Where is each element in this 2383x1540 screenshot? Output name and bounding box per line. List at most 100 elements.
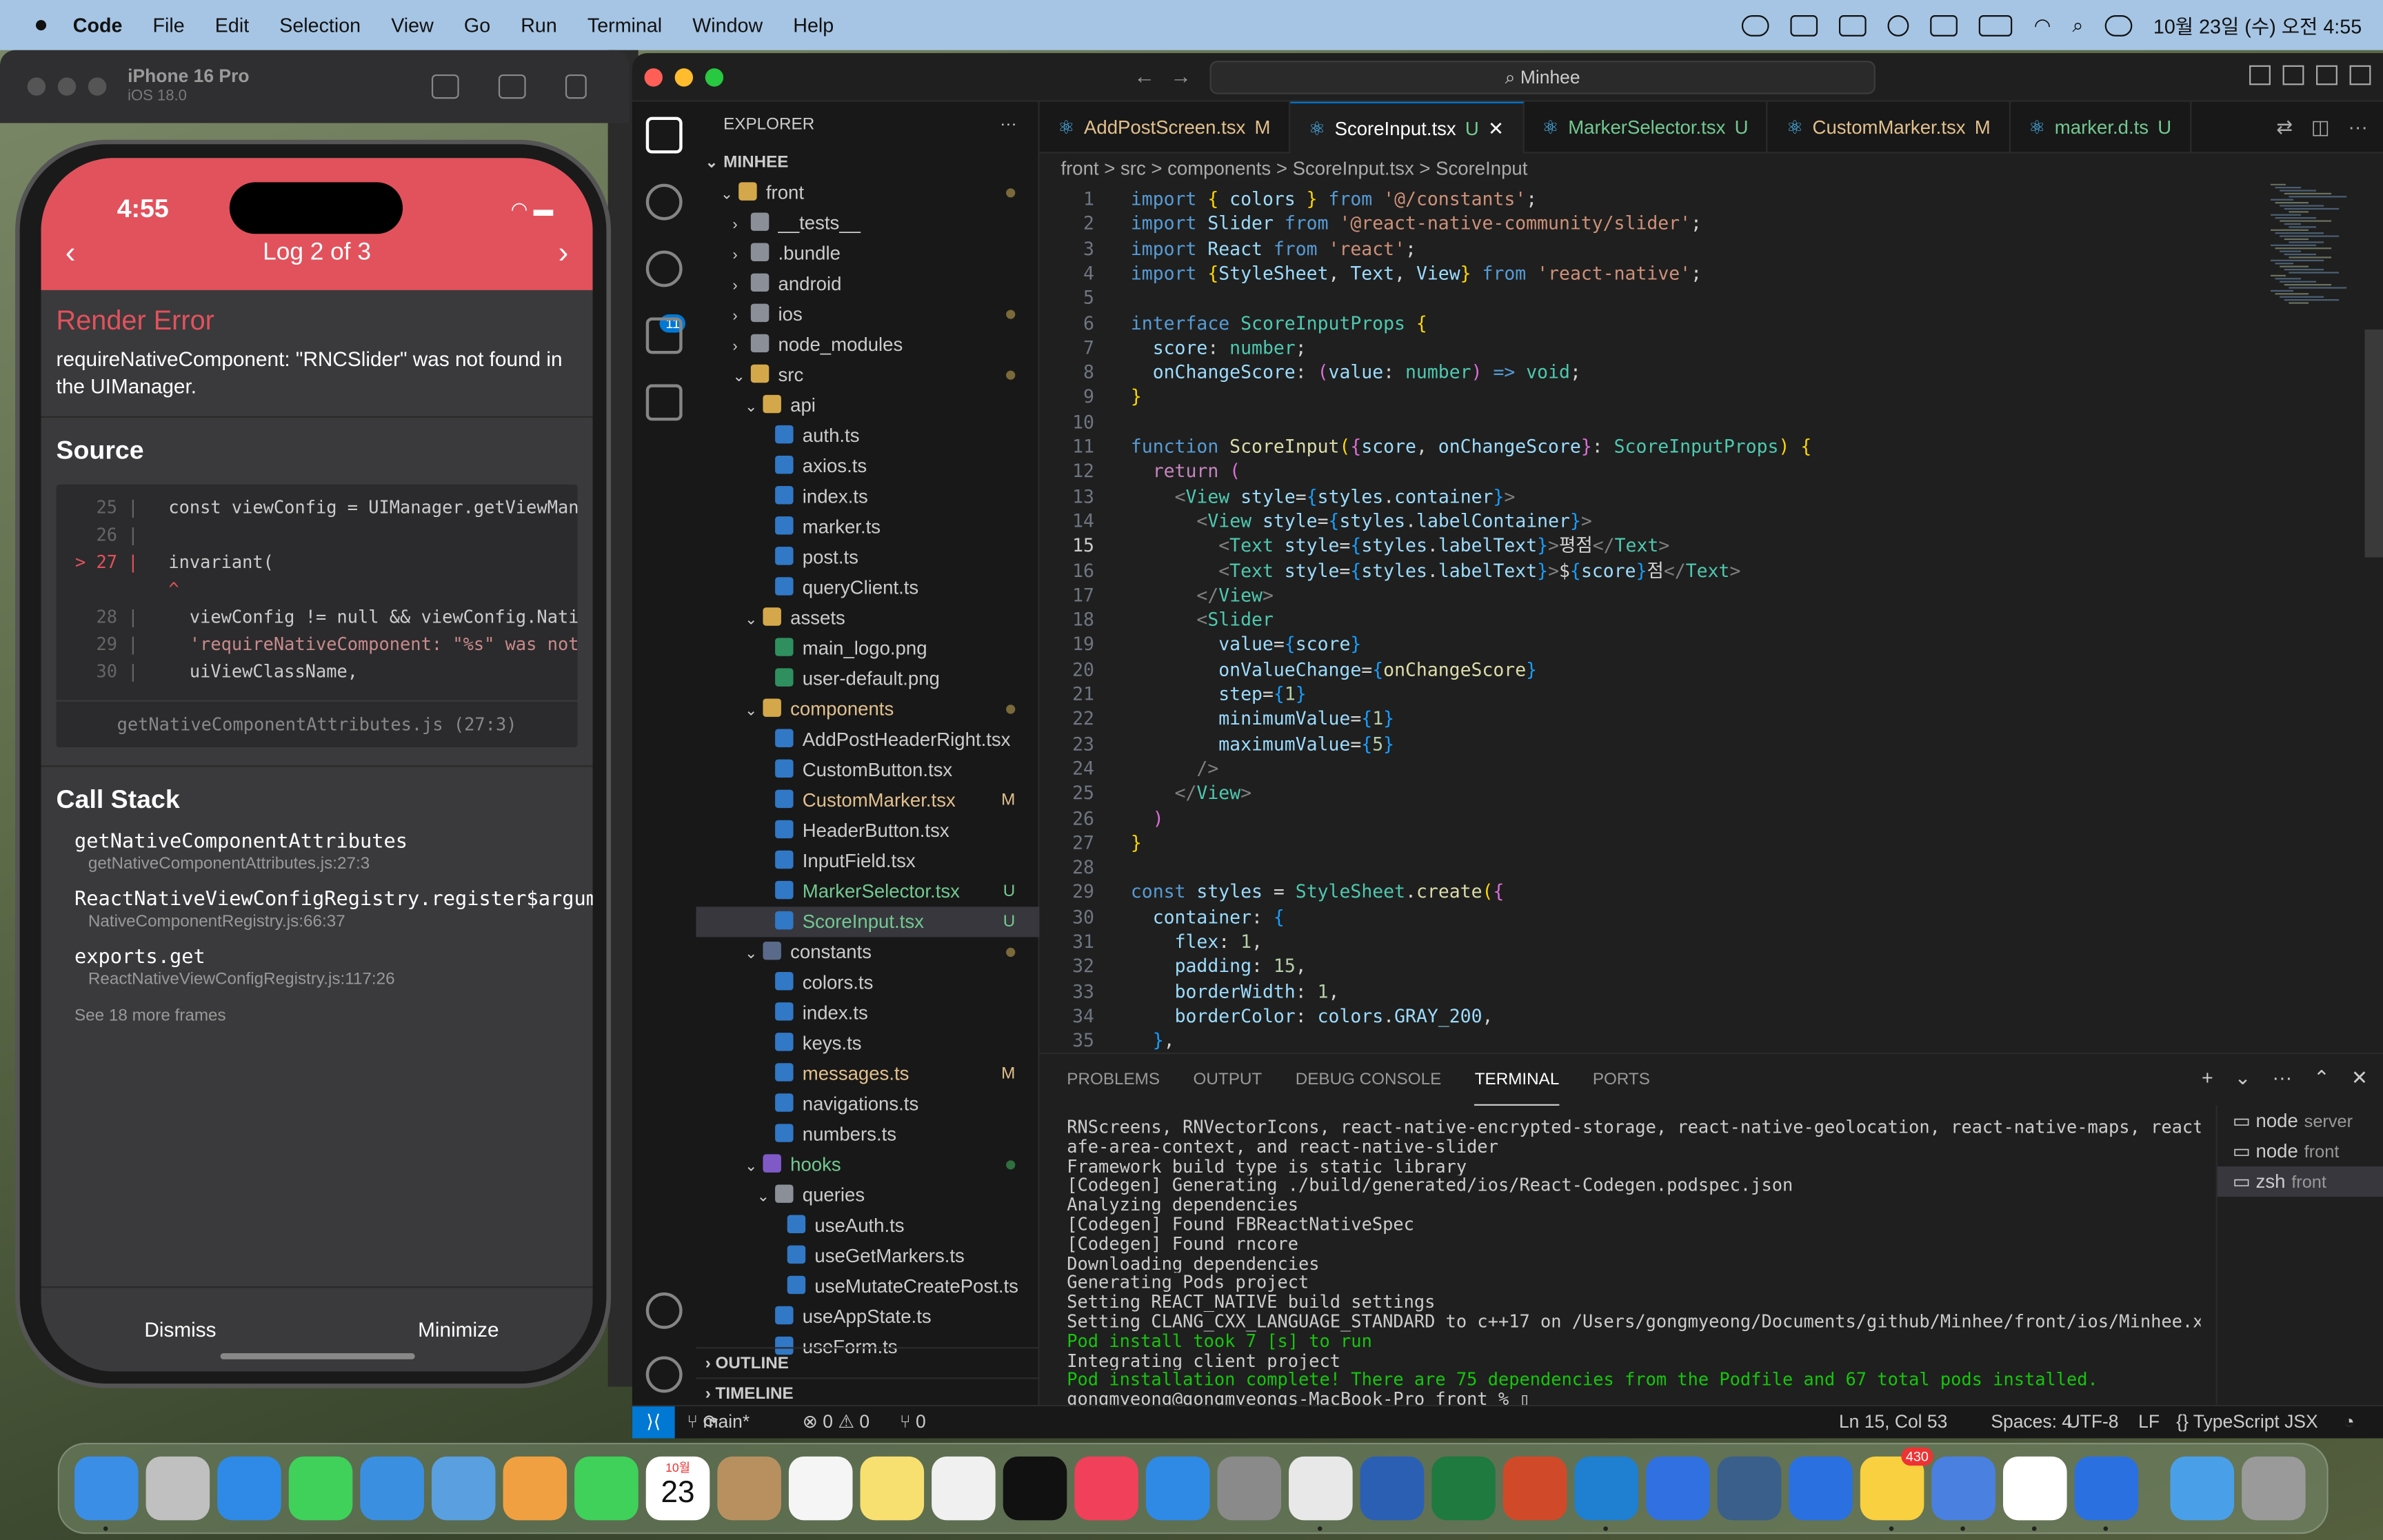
play-icon[interactable] <box>1888 14 1909 36</box>
editor-scrollbar[interactable] <box>2364 330 2383 558</box>
tree-item[interactable]: ⌄ api <box>696 390 1039 421</box>
tree-item[interactable]: ⌄ constants <box>696 937 1039 967</box>
launchpad-icon[interactable] <box>145 1456 210 1521</box>
tree-item[interactable]: numbers.ts <box>696 1119 1039 1150</box>
system-settings-icon[interactable] <box>1217 1456 1282 1521</box>
screenshot-icon[interactable] <box>499 74 526 99</box>
freeform-icon[interactable] <box>932 1456 996 1521</box>
minimize-button[interactable]: Minimize <box>418 1318 499 1341</box>
indent-spaces[interactable]: Spaces: 4 <box>1991 1406 2072 1438</box>
menu-run[interactable]: Run <box>521 14 557 37</box>
trash-icon[interactable] <box>2242 1456 2306 1521</box>
menu-view[interactable]: View <box>391 14 434 37</box>
tree-item[interactable]: post.ts <box>696 543 1039 573</box>
tree-item[interactable]: ScoreInput.tsx U <box>696 906 1040 938</box>
settings-gear-icon[interactable] <box>645 1356 683 1393</box>
file-encoding[interactable]: UTF-8 <box>2067 1406 2119 1438</box>
close-button[interactable] <box>27 77 46 96</box>
ports-count[interactable]: ⑂ 0 <box>900 1406 926 1438</box>
wifi-icon[interactable]: ◠ <box>2034 13 2051 37</box>
terminal-dropdown-icon[interactable]: ⌄ <box>2235 1066 2251 1091</box>
menu-edit[interactable]: Edit <box>215 14 249 37</box>
more-icon[interactable]: ··· <box>2273 1066 2293 1091</box>
home-icon[interactable] <box>432 74 459 99</box>
tree-item[interactable]: auth.ts <box>696 421 1039 451</box>
tree-item[interactable]: ⌄ src <box>696 360 1039 390</box>
minimap[interactable] <box>2270 183 2362 321</box>
messages-icon[interactable] <box>288 1456 353 1521</box>
source-file[interactable]: getNativeComponentAttributes.js (27:3) <box>56 700 578 735</box>
excel-icon[interactable] <box>1431 1456 1496 1521</box>
source-control-icon[interactable] <box>645 250 683 287</box>
outline-section[interactable]: › OUTLINE <box>696 1347 1040 1377</box>
panel-tab-terminal[interactable]: TERMINAL <box>1474 1054 1560 1106</box>
toggle-sidebar-icon[interactable] <box>2249 65 2271 85</box>
music-icon[interactable] <box>1074 1456 1138 1521</box>
tree-item[interactable]: useAppState.ts <box>696 1301 1039 1332</box>
kakaotalk-icon[interactable]: 430 <box>1860 1447 1933 1521</box>
tree-item[interactable]: HeaderButton.tsx <box>696 815 1039 846</box>
stack-frame[interactable]: ReactNativeViewConfigRegistry.register$a… <box>74 889 593 931</box>
tab-custommarker-tsx[interactable]: ⚛ CustomMarker.tsx M <box>1768 101 2011 154</box>
forward-arrow-icon[interactable]: → <box>1170 64 1192 88</box>
app-store-icon[interactable] <box>1145 1456 1210 1521</box>
tree-item[interactable]: queryClient.ts <box>696 573 1039 603</box>
powerpoint-icon[interactable] <box>1502 1456 1567 1521</box>
more-actions-icon[interactable]: ··· <box>1000 102 1016 148</box>
panel-tab-problems[interactable]: PROBLEMS <box>1067 1054 1160 1106</box>
simulator-icon[interactable] <box>2003 1456 2067 1521</box>
facetime-icon[interactable] <box>574 1456 639 1521</box>
tree-item[interactable]: useMutateCreatePost.ts <box>696 1271 1039 1301</box>
tab-scoreinput-tsx[interactable]: ⚛ ScoreInput.tsx U ✕ <box>1290 101 1524 154</box>
postgres-icon[interactable] <box>1717 1456 1782 1521</box>
close-button[interactable] <box>644 68 663 87</box>
tree-item[interactable]: ⌄ front <box>696 178 1039 208</box>
close-tab-icon[interactable]: ✕ <box>1488 119 1504 140</box>
run-debug-icon[interactable] <box>645 317 683 354</box>
mail-icon[interactable] <box>360 1456 424 1521</box>
search-icon[interactable] <box>645 183 683 221</box>
windows-app-icon[interactable] <box>1789 1456 1853 1521</box>
reminders-icon[interactable] <box>788 1456 853 1521</box>
problems-count[interactable]: ⊗ 0 ⚠ 0 <box>803 1406 869 1438</box>
battery-icon[interactable] <box>1979 14 2013 36</box>
apple-tv-icon[interactable] <box>1003 1456 1067 1521</box>
tree-item[interactable]: navigations.ts <box>696 1089 1039 1119</box>
language-mode[interactable]: {} TypeScript JSX <box>2176 1406 2317 1438</box>
tree-item[interactable]: messages.ts M <box>696 1059 1039 1089</box>
dismiss-button[interactable]: Dismiss <box>144 1318 216 1341</box>
tree-item[interactable]: AddPostHeaderRight.tsx <box>696 725 1039 755</box>
new-terminal-icon[interactable]: + <box>2202 1066 2213 1091</box>
clock[interactable]: 10월 23일 (수) 오전 4:55 <box>2153 10 2362 39</box>
control-center-icon[interactable] <box>2104 14 2133 36</box>
tree-item[interactable]: ⌄ queries <box>696 1180 1039 1210</box>
tree-item[interactable]: ⌄ components <box>696 694 1039 725</box>
tree-item[interactable]: useAuth.ts <box>696 1210 1039 1241</box>
apple-menu-icon[interactable]: ● <box>28 12 55 39</box>
contacts-icon[interactable] <box>717 1456 781 1521</box>
project-root[interactable]: ⌄ MINHEE <box>696 148 1039 178</box>
zoom-button[interactable] <box>705 68 724 87</box>
tab-addpostscreen-tsx[interactable]: ⚛ AddPostScreen.tsx M <box>1040 101 1291 154</box>
timeline-section[interactable]: › TIMELINE <box>696 1377 1040 1408</box>
tree-item[interactable]: › android <box>696 269 1039 299</box>
command-center[interactable]: ⌕ Minhee <box>1209 61 1876 94</box>
breadcrumb[interactable]: front > src > components > ScoreInput.ts… <box>1039 153 2383 184</box>
panel-tab-debug-console[interactable]: DEBUG CONSOLE <box>1296 1054 1442 1106</box>
maximize-panel-icon[interactable]: ⌃ <box>2313 1066 2330 1091</box>
tree-item[interactable]: CustomButton.tsx <box>696 755 1039 785</box>
back-arrow-icon[interactable]: ← <box>1134 64 1155 88</box>
tab-marker-d-ts[interactable]: ⚛ marker.d.ts U <box>2010 101 2191 154</box>
toggle-secondary-sidebar-icon[interactable] <box>2316 65 2337 85</box>
customize-layout-icon[interactable] <box>2349 65 2371 85</box>
tree-item[interactable]: axios.ts <box>696 451 1039 481</box>
search-icon[interactable]: ⌕ <box>2072 13 2083 37</box>
terminal-output[interactable]: RNScreens, RNVectorIcons, react-native-e… <box>1067 1118 2200 1410</box>
tree-item[interactable]: main_logo.png <box>696 634 1039 664</box>
tree-item[interactable]: ⌄ assets <box>696 603 1039 634</box>
rotate-icon[interactable] <box>565 74 587 99</box>
menu-file[interactable]: File <box>153 14 185 37</box>
tree-item[interactable]: index.ts <box>696 998 1039 1029</box>
menu-app-name[interactable]: Code <box>73 14 123 37</box>
maps-icon[interactable] <box>431 1456 496 1521</box>
